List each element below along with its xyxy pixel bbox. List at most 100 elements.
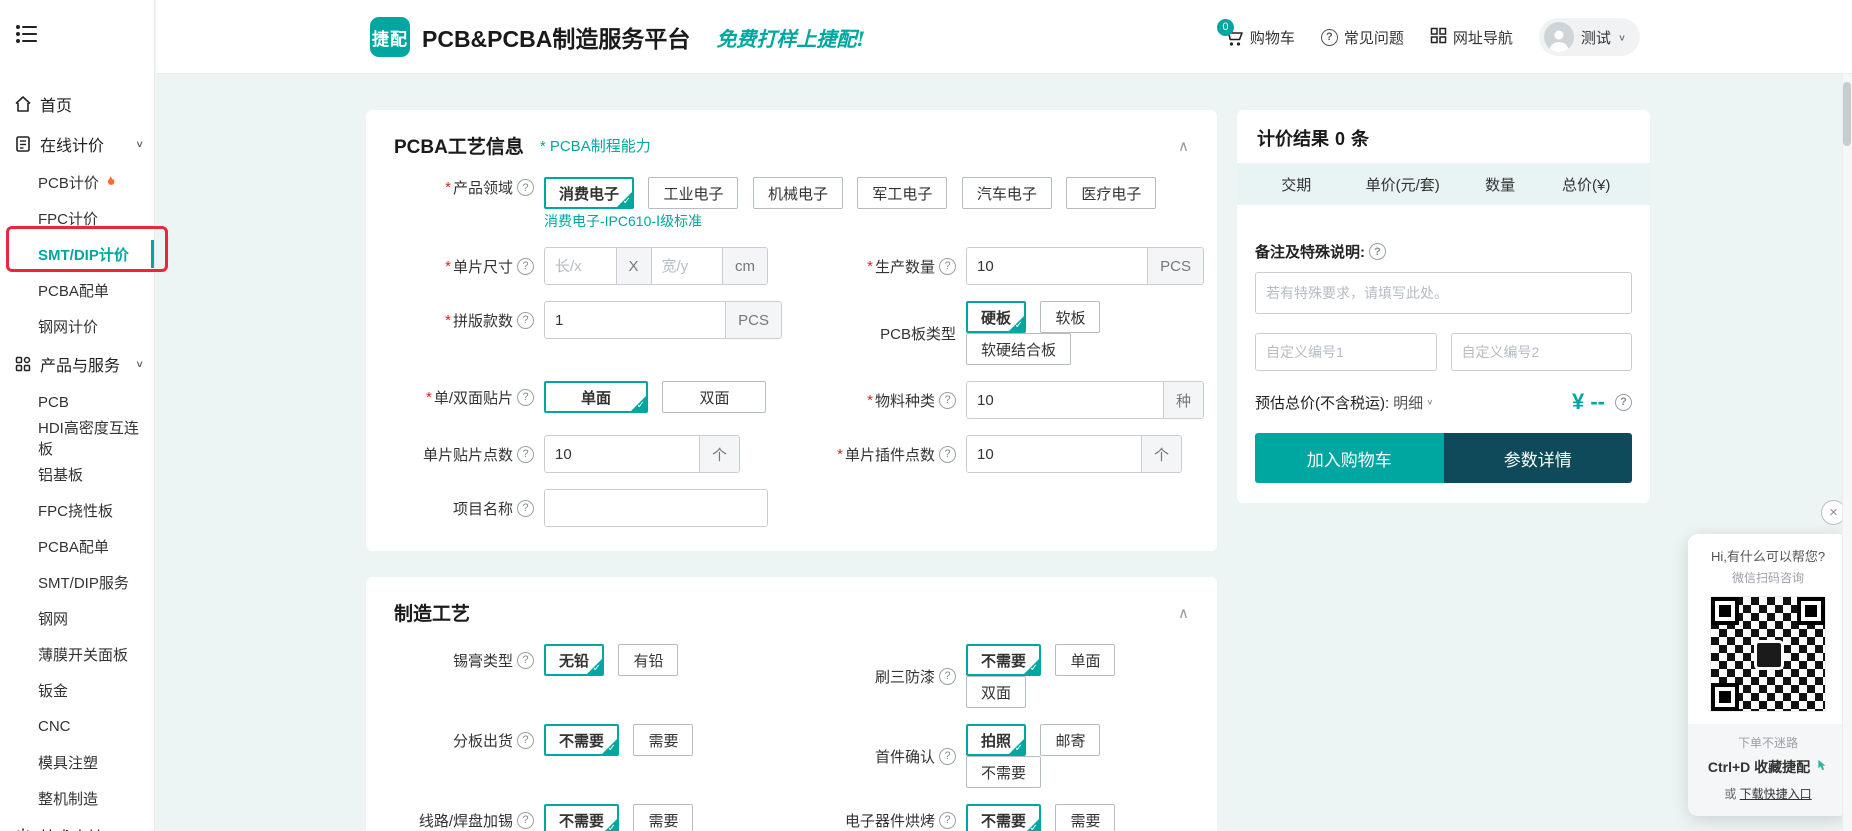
sidebar-item-stencil-pricing[interactable]: 钢网计价 <box>0 308 154 344</box>
help-icon[interactable]: ? <box>517 500 534 517</box>
home-icon <box>14 95 32 113</box>
option-button[interactable]: 邮寄 <box>1040 724 1100 756</box>
form-row: 单片贴片点数 ? 个 * 单片插件点数 ? 个 <box>394 435 1189 473</box>
help-icon[interactable]: ? <box>939 392 956 409</box>
scrollbar-thumb[interactable] <box>1843 82 1851 146</box>
chat-widget: × Hi,有什么可以帮您? 微信扫码咨询 下单不迷路 Ctrl+D 收藏捷配 或… <box>1688 500 1848 816</box>
help-icon[interactable]: ? <box>517 179 534 196</box>
sidebar-item-pcba-bom[interactable]: PCBA配单 <box>0 272 154 308</box>
option-button[interactable]: 军工电子 <box>857 177 947 209</box>
option-button[interactable]: 汽车电子 <box>962 177 1052 209</box>
option-button[interactable]: 单面 <box>544 381 648 413</box>
help-icon[interactable]: ? <box>517 258 534 275</box>
help-icon[interactable]: ? <box>517 812 534 829</box>
smt-points-input[interactable] <box>545 436 699 472</box>
sidebar-item-hdi[interactable]: HDI高密度互连板 <box>0 420 154 456</box>
sidebar-item-membrane[interactable]: 薄膜开关面板 <box>0 636 154 672</box>
custom-code-row <box>1255 333 1632 371</box>
help-icon[interactable]: ? <box>517 652 534 669</box>
sidebar-item-fpc-pricing[interactable]: FPC计价 <box>0 200 154 236</box>
sidebar-item-cnc[interactable]: CNC <box>0 708 154 744</box>
material-kinds-input[interactable] <box>967 382 1163 418</box>
jiepei-logo[interactable]: 捷配 <box>370 17 410 57</box>
collapse-icon[interactable]: ∧ <box>1178 604 1189 622</box>
sidebar-item-support[interactable]: 技术支持 ∨ <box>0 816 154 831</box>
option-button[interactable]: 软板 <box>1040 301 1100 333</box>
custom-code-1-input[interactable] <box>1255 333 1437 371</box>
option-button[interactable]: 机械电子 <box>753 177 843 209</box>
help-icon[interactable]: ? <box>517 312 534 329</box>
sidebar-item-products[interactable]: 产品与服务 ∨ <box>0 344 154 384</box>
option-button[interactable]: 消费电子 <box>544 177 634 209</box>
detail-label: 明细 <box>1393 392 1423 413</box>
sidebar-item-aluminum[interactable]: 铝基板 <box>0 456 154 492</box>
dip-points-input[interactable] <box>967 436 1141 472</box>
option-button[interactable]: 有铅 <box>618 644 678 676</box>
option-button[interactable]: 需要 <box>1055 804 1115 831</box>
remark-textarea[interactable] <box>1255 272 1632 314</box>
option-button[interactable]: 硬板 <box>966 301 1026 333</box>
ipc-standard-link[interactable]: 消费电子-IPC610-Ⅰ级标准 <box>544 211 1189 231</box>
sidebar-item-online-pricing[interactable]: 在线计价 ∨ <box>0 124 154 164</box>
help-icon[interactable]: ? <box>939 812 956 829</box>
option-button[interactable]: 软硬结合板 <box>966 333 1071 365</box>
help-icon[interactable]: ? <box>939 748 956 765</box>
sidebar-item-pcb[interactable]: PCB <box>0 384 154 420</box>
option-button[interactable]: 不需要 <box>966 756 1041 788</box>
option-button[interactable]: 不需要 <box>966 644 1041 676</box>
help-icon[interactable]: ? <box>517 389 534 406</box>
custom-code-2-input[interactable] <box>1451 333 1633 371</box>
width-input[interactable] <box>652 248 723 284</box>
faq-button[interactable]: ? 常见问题 <box>1321 27 1404 48</box>
user-menu[interactable]: 测试 ∨ <box>1539 18 1640 56</box>
project-name-input[interactable] <box>544 489 768 527</box>
sidebar-item-pcb-pricing[interactable]: PCB计价 <box>0 164 154 200</box>
option-button[interactable]: 工业电子 <box>648 177 738 209</box>
option-button[interactable]: 无铅 <box>544 644 604 676</box>
quantity-input[interactable] <box>967 248 1147 284</box>
sidebar-item-label: 薄膜开关面板 <box>38 644 128 665</box>
help-icon[interactable]: ? <box>1369 243 1386 260</box>
board-type-options: 硬板 软板 软硬结合板 <box>966 301 1189 365</box>
help-icon[interactable]: ? <box>939 258 956 275</box>
option-button[interactable]: 拍照 <box>966 724 1026 756</box>
sidebar-item-assembly[interactable]: 整机制造 <box>0 780 154 816</box>
download-shortcut-link[interactable]: 下载快捷入口 <box>1740 787 1812 801</box>
help-icon[interactable]: ? <box>1615 394 1632 411</box>
sidebar-item-fpc-flex[interactable]: FPC挠性板 <box>0 492 154 528</box>
cart-button[interactable]: 0 购物车 <box>1224 27 1295 48</box>
option-button[interactable]: 需要 <box>633 724 693 756</box>
help-icon[interactable]: ? <box>517 446 534 463</box>
option-button[interactable]: 不需要 <box>544 804 619 831</box>
sidebar-item-label: PCB计价 <box>38 172 99 193</box>
option-button[interactable]: 不需要 <box>966 804 1041 831</box>
sidebar-item-mold[interactable]: 模具注塑 <box>0 744 154 780</box>
add-to-cart-button[interactable]: 加入购物车 <box>1255 433 1444 483</box>
help-icon[interactable]: ? <box>939 668 956 685</box>
form-row: * 单片尺寸 ? X cm * 生产数量 ? <box>394 247 1189 285</box>
pcba-capability-link[interactable]: * PCBA制程能力 <box>540 135 651 156</box>
sidebar-item-stencil[interactable]: 钢网 <box>0 600 154 636</box>
sidebar-item-smt-dip-pricing[interactable]: SMT/DIP计价 <box>0 236 154 272</box>
unit-label: 个 <box>699 436 739 472</box>
collapse-icon[interactable]: ∧ <box>1178 137 1189 155</box>
panel-count-input[interactable] <box>545 302 725 338</box>
sidebar-item-home[interactable]: 首页 <box>0 84 154 124</box>
menu-icon[interactable] <box>16 24 38 49</box>
detail-toggle[interactable]: 明细 ∨ <box>1393 392 1433 413</box>
sidebar-item-sheet-metal[interactable]: 钣金 <box>0 672 154 708</box>
length-input[interactable] <box>545 248 616 284</box>
sidebar-item-smt-service[interactable]: SMT/DIP服务 <box>0 564 154 600</box>
option-button[interactable]: 双面 <box>662 381 766 413</box>
option-button[interactable]: 不需要 <box>544 724 619 756</box>
option-button[interactable]: 双面 <box>966 676 1026 708</box>
option-button[interactable]: 医疗电子 <box>1066 177 1156 209</box>
help-icon[interactable]: ? <box>939 446 956 463</box>
sidebar-item-pcba[interactable]: PCBA配单 <box>0 528 154 564</box>
scrollbar-track[interactable] <box>1842 74 1852 831</box>
help-icon[interactable]: ? <box>517 732 534 749</box>
site-nav-button[interactable]: 网址导航 <box>1430 27 1513 48</box>
param-detail-button[interactable]: 参数详情 <box>1444 433 1633 483</box>
option-button[interactable]: 需要 <box>633 804 693 831</box>
option-button[interactable]: 单面 <box>1055 644 1115 676</box>
